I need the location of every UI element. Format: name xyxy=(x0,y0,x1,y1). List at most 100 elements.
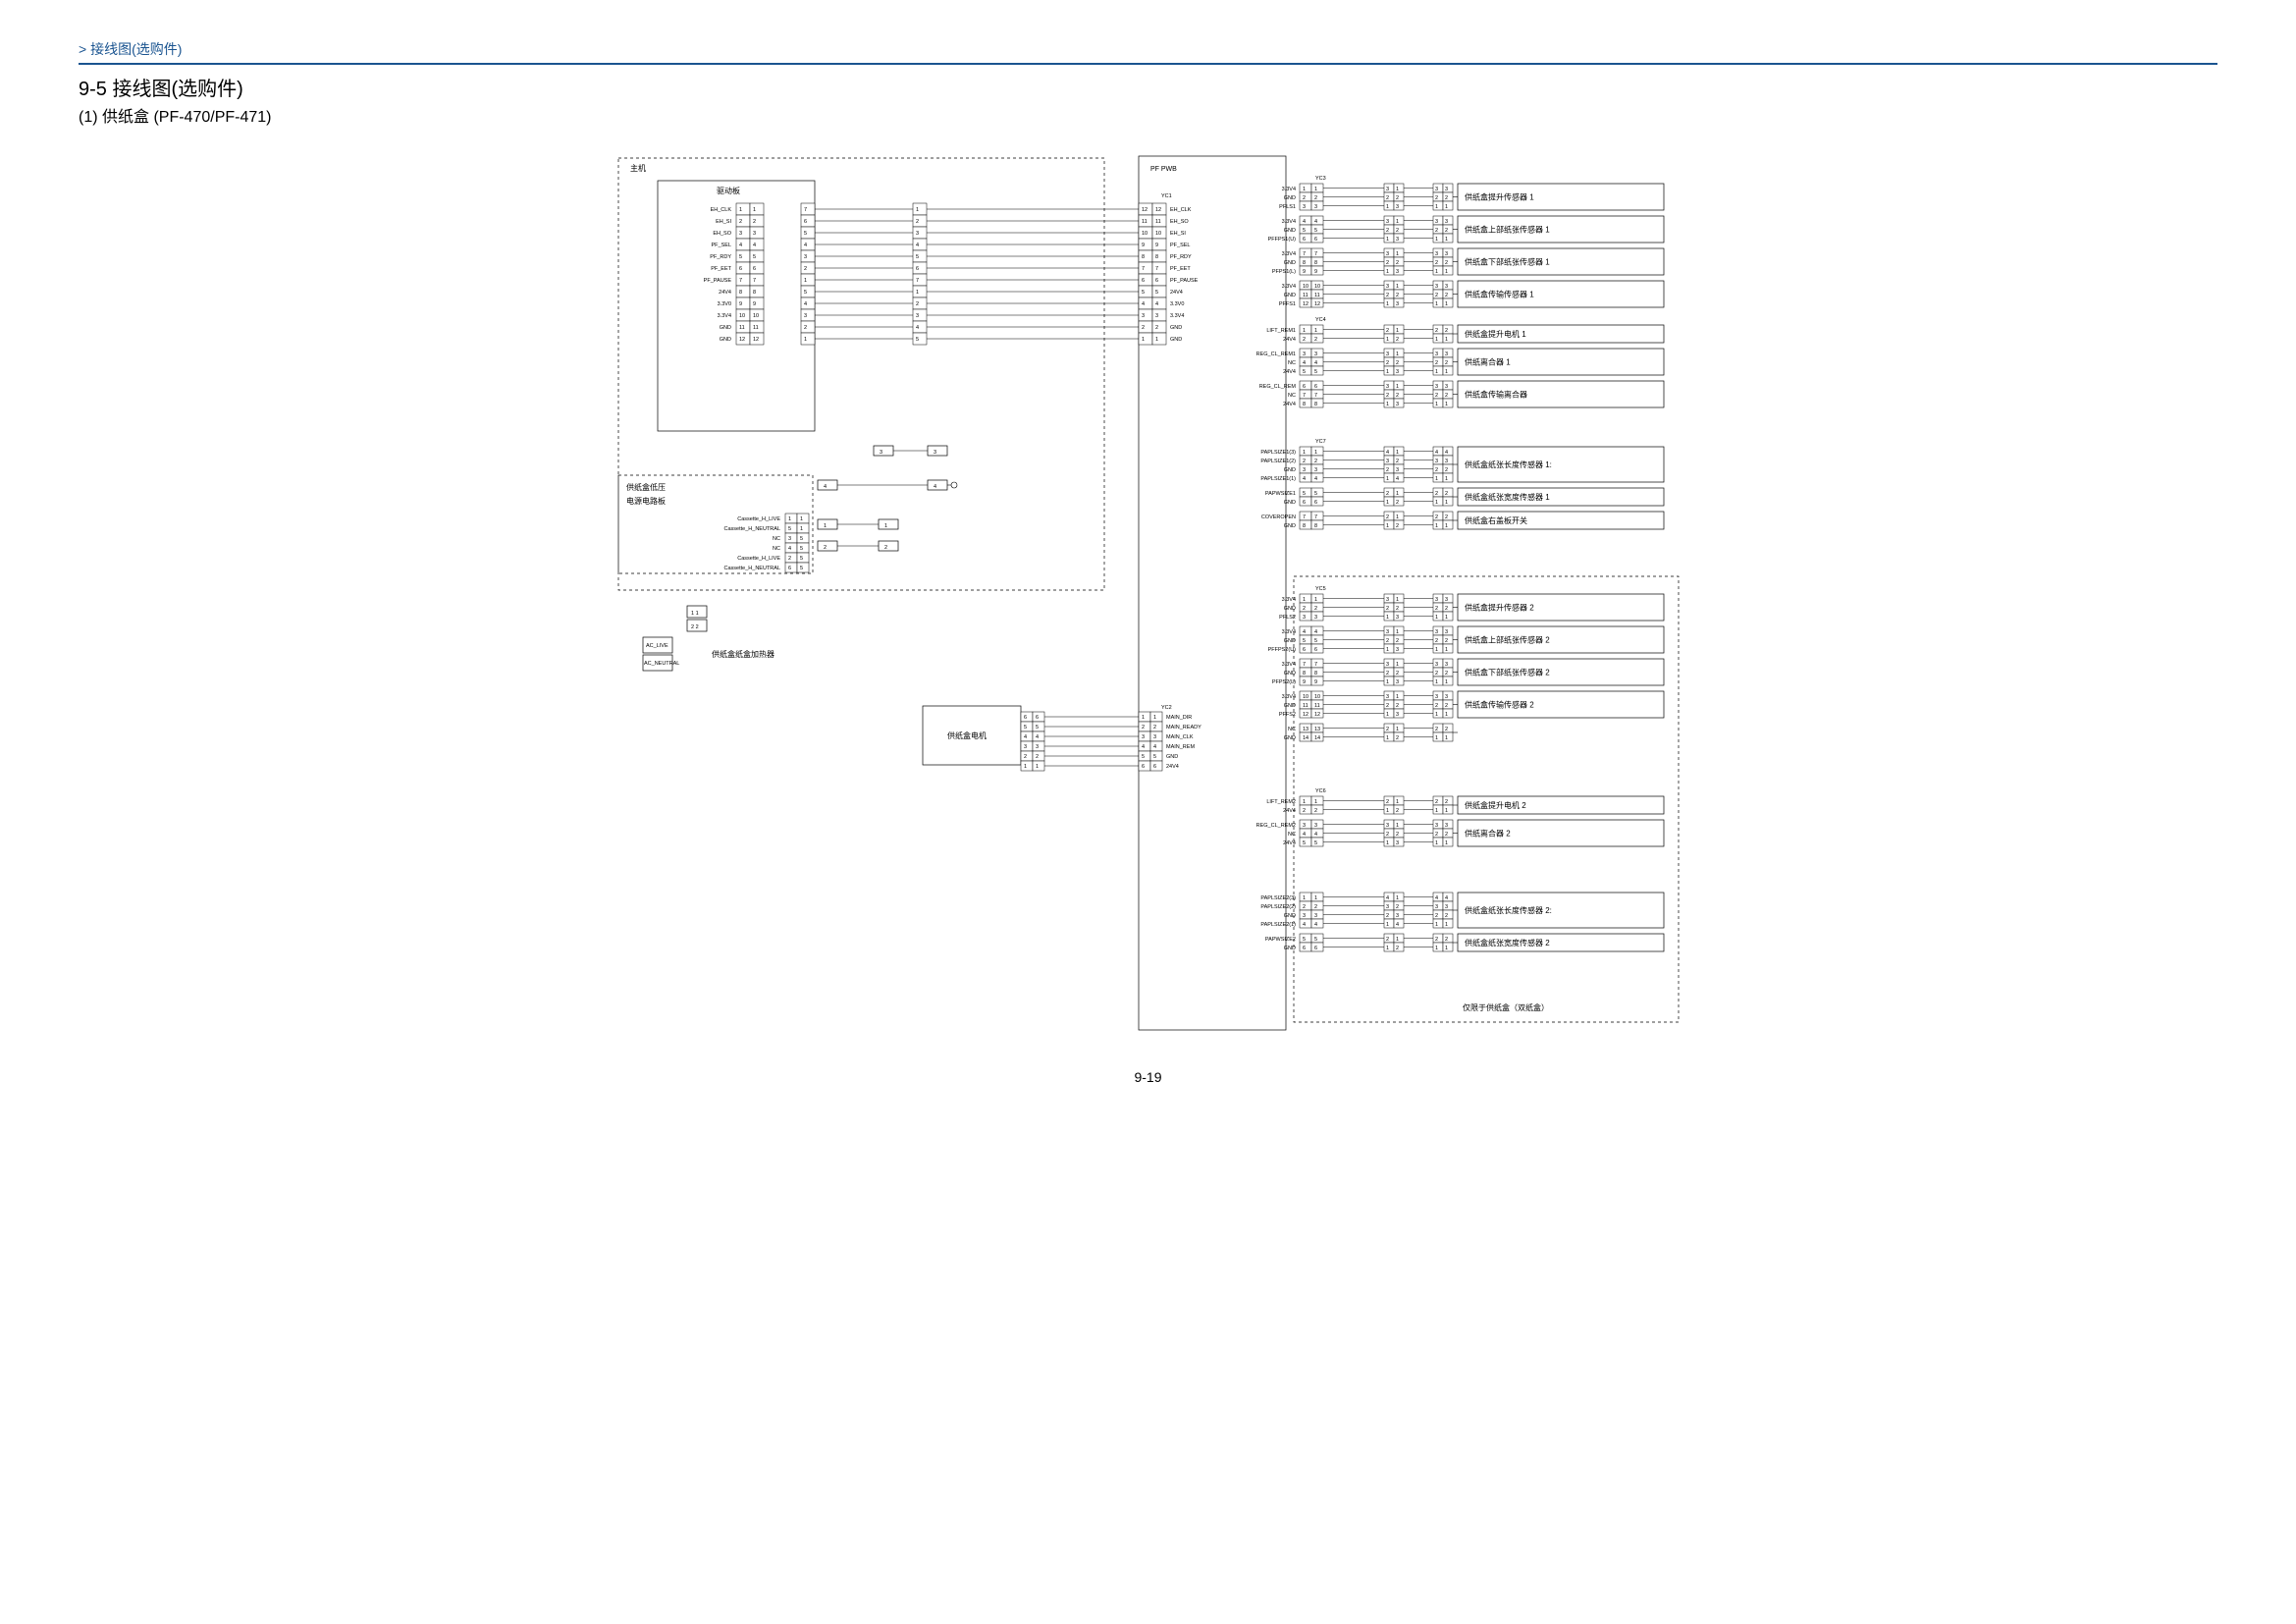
wiring-diagram: 主机 驱动板 EH_CLK11EH_SI22EH_SO33PF_SEL44PF_… xyxy=(79,146,2217,1040)
svg-text:PF_SEL: PF_SEL xyxy=(711,243,730,248)
svg-text:2: 2 xyxy=(1435,638,1438,644)
svg-text:2: 2 xyxy=(1396,703,1399,709)
svg-text:PF_PAUSE: PF_PAUSE xyxy=(703,278,731,284)
svg-text:MAIN_REM: MAIN_REM xyxy=(1166,744,1195,750)
svg-text:9: 9 xyxy=(1155,243,1158,248)
svg-text:1: 1 xyxy=(1396,662,1399,668)
svg-text:3: 3 xyxy=(1386,251,1389,257)
svg-text:1: 1 xyxy=(1396,187,1399,192)
svg-text:1: 1 xyxy=(1314,328,1317,334)
svg-text:4: 4 xyxy=(1314,476,1317,482)
svg-text:3: 3 xyxy=(1445,597,1448,603)
svg-text:Cassette_H_LIVE: Cassette_H_LIVE xyxy=(737,556,780,562)
svg-text:2: 2 xyxy=(1445,832,1448,838)
svg-text:2: 2 xyxy=(1445,799,1448,805)
svg-text:6: 6 xyxy=(1314,384,1317,390)
svg-text:4: 4 xyxy=(934,484,936,490)
svg-text:1: 1 xyxy=(1435,523,1438,529)
svg-text:供纸盒纸张宽度传感器 2: 供纸盒纸张宽度传感器 2 xyxy=(1465,938,1550,947)
svg-text:2: 2 xyxy=(1396,904,1399,910)
svg-text:1: 1 xyxy=(1435,647,1438,653)
svg-text:1: 1 xyxy=(1303,799,1306,805)
svg-text:1: 1 xyxy=(1445,946,1448,951)
svg-text:4: 4 xyxy=(1386,450,1389,456)
svg-text:9: 9 xyxy=(1303,679,1306,685)
svg-text:1: 1 xyxy=(1435,402,1438,407)
svg-text:2: 2 xyxy=(788,556,791,562)
svg-text:24V4: 24V4 xyxy=(1170,290,1183,296)
svg-text:10: 10 xyxy=(753,313,759,319)
svg-text:EH_SI: EH_SI xyxy=(716,219,731,225)
svg-text:3: 3 xyxy=(1445,823,1448,829)
svg-text:3: 3 xyxy=(1024,744,1027,750)
yc7-sensors: PAPLSIZE1(3)114144PAPLSIZE1(2)223233GND3… xyxy=(1260,447,1664,529)
svg-text:1: 1 xyxy=(1445,301,1448,307)
svg-text:1: 1 xyxy=(1445,808,1448,814)
pf-pwb-label: PF PWB xyxy=(1150,166,1177,173)
svg-text:2: 2 xyxy=(1314,606,1317,612)
svg-text:6: 6 xyxy=(739,266,742,272)
svg-text:1: 1 xyxy=(1314,450,1317,456)
svg-text:2: 2 xyxy=(1435,195,1438,201)
svg-text:5: 5 xyxy=(1303,491,1306,497)
svg-text:2: 2 xyxy=(1314,904,1317,910)
svg-text:EH_SO: EH_SO xyxy=(713,231,731,237)
svg-text:2 2: 2 2 xyxy=(691,624,699,630)
svg-text:2: 2 xyxy=(1435,360,1438,366)
svg-text:2: 2 xyxy=(1386,727,1389,732)
svg-text:3.3V0: 3.3V0 xyxy=(717,301,730,307)
svg-text:2: 2 xyxy=(916,301,919,307)
svg-text:3: 3 xyxy=(1435,284,1438,290)
svg-text:2: 2 xyxy=(1445,727,1448,732)
svg-text:2: 2 xyxy=(804,266,807,272)
svg-text:3: 3 xyxy=(916,313,919,319)
svg-text:3.3V4: 3.3V4 xyxy=(1281,629,1295,635)
svg-text:3.3V4: 3.3V4 xyxy=(717,313,730,319)
yc7-label: YC7 xyxy=(1315,439,1326,445)
svg-text:REG_CL_REM: REG_CL_REM xyxy=(1258,384,1296,390)
svg-text:1: 1 xyxy=(1396,823,1399,829)
svg-text:1: 1 xyxy=(1303,450,1306,456)
svg-text:1: 1 xyxy=(1386,337,1389,343)
svg-text:1: 1 xyxy=(1386,679,1389,685)
svg-text:3: 3 xyxy=(1445,629,1448,635)
svg-text:GND: GND xyxy=(1283,671,1295,677)
svg-text:3: 3 xyxy=(1445,284,1448,290)
svg-text:1: 1 xyxy=(1435,712,1438,718)
svg-text:2: 2 xyxy=(1386,937,1389,943)
svg-text:2: 2 xyxy=(1036,754,1039,760)
svg-text:1: 1 xyxy=(753,207,756,213)
svg-text:8: 8 xyxy=(1303,523,1306,529)
svg-text:1: 1 xyxy=(1445,615,1448,621)
svg-text:1: 1 xyxy=(1445,269,1448,275)
svg-text:1: 1 xyxy=(824,523,827,529)
svg-text:1: 1 xyxy=(1435,946,1438,951)
svg-text:GND: GND xyxy=(1283,946,1295,951)
svg-text:1: 1 xyxy=(1386,523,1389,529)
svg-text:NC: NC xyxy=(1288,832,1296,838)
svg-text:12: 12 xyxy=(753,337,759,343)
svg-text:1: 1 xyxy=(1445,500,1448,506)
svg-text:2: 2 xyxy=(1314,195,1317,201)
svg-text:11: 11 xyxy=(1142,219,1148,225)
svg-text:5: 5 xyxy=(1155,290,1158,296)
svg-text:1: 1 xyxy=(1396,251,1399,257)
svg-text:2: 2 xyxy=(1435,514,1438,520)
svg-text:1: 1 xyxy=(916,207,919,213)
svg-text:2: 2 xyxy=(1386,195,1389,201)
svg-text:EH_SI: EH_SI xyxy=(1170,231,1186,237)
svg-text:1: 1 xyxy=(1386,269,1389,275)
svg-text:供纸盒纸张长度传感器 1:: 供纸盒纸张长度传感器 1: xyxy=(1465,460,1552,469)
svg-text:24V4: 24V4 xyxy=(1283,337,1296,343)
svg-text:4: 4 xyxy=(753,243,756,248)
svg-text:3: 3 xyxy=(1435,629,1438,635)
svg-text:GND: GND xyxy=(1170,325,1182,331)
svg-text:NC: NC xyxy=(773,546,780,552)
svg-text:1: 1 xyxy=(1435,369,1438,375)
svg-text:6: 6 xyxy=(1314,237,1317,243)
svg-text:2: 2 xyxy=(1386,671,1389,677)
svg-text:MAIN_DIR: MAIN_DIR xyxy=(1166,715,1192,721)
svg-text:PF_RDY: PF_RDY xyxy=(1170,254,1192,260)
svg-text:3: 3 xyxy=(1445,662,1448,668)
svg-text:24V4: 24V4 xyxy=(1283,840,1296,846)
